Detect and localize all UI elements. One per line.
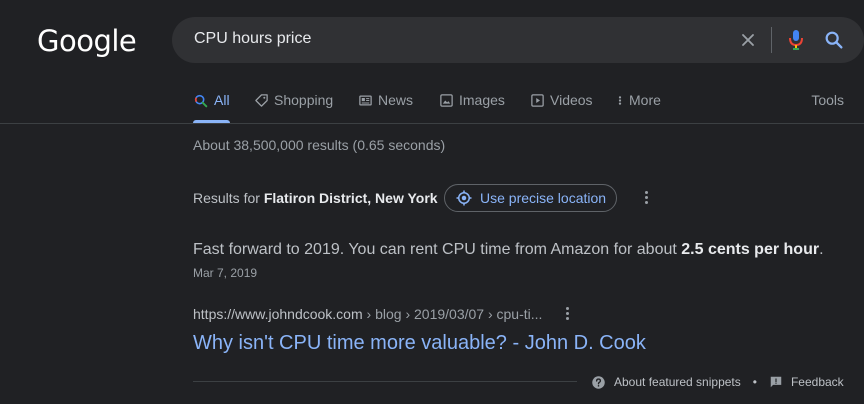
location-text: Results for Flatiron District, New York bbox=[193, 190, 438, 206]
video-icon bbox=[531, 94, 544, 107]
location-place: Flatiron District, New York bbox=[263, 190, 438, 206]
result-title-link[interactable]: Why isn't CPU time more valuable? - John… bbox=[193, 332, 646, 355]
feedback-icon bbox=[770, 376, 782, 388]
about-featured-snippets-label: About featured snippets bbox=[614, 375, 741, 389]
news-icon bbox=[359, 95, 372, 106]
result-stats: About 38,500,000 results (0.65 seconds) bbox=[193, 137, 446, 153]
tab-news[interactable]: News bbox=[358, 90, 413, 124]
more-vert-icon bbox=[618, 96, 622, 105]
footer-separator: • bbox=[752, 375, 757, 389]
result-more-icon[interactable] bbox=[565, 307, 569, 321]
feedback-label: Feedback bbox=[790, 375, 844, 389]
tag-icon bbox=[255, 94, 268, 107]
tab-videos[interactable]: Videos bbox=[530, 90, 593, 124]
tab-shopping[interactable]: Shopping bbox=[254, 90, 333, 124]
search-tabs: All Shopping News Images Videos More Too… bbox=[0, 90, 864, 124]
result-url[interactable]: https://www.johndcook.com › blog › 2019/… bbox=[193, 306, 542, 322]
search-divider bbox=[771, 27, 772, 53]
search-box[interactable]: CPU hours price bbox=[172, 17, 864, 63]
header-divider bbox=[0, 123, 864, 124]
image-icon bbox=[440, 94, 453, 107]
search-icon[interactable] bbox=[823, 29, 845, 51]
result-domain: https://www.johndcook.com bbox=[193, 306, 363, 322]
use-precise-location-button[interactable]: Use precise location bbox=[444, 184, 617, 212]
close-icon[interactable] bbox=[738, 30, 758, 50]
result-path: › blog › 2019/03/07 › cpu-ti... bbox=[362, 306, 543, 322]
tab-label: All bbox=[214, 92, 230, 108]
snippet-date: Mar 7, 2019 bbox=[193, 266, 258, 280]
help-icon bbox=[592, 375, 605, 389]
about-featured-snippets-link[interactable]: About featured snippets bbox=[591, 375, 741, 390]
snippet-highlight: 2.5 cents per hour bbox=[681, 241, 820, 258]
search-icon bbox=[194, 94, 208, 108]
snippet-text: Fast forward to 2019. You can rent CPU t… bbox=[193, 241, 682, 258]
tab-label: Videos bbox=[550, 92, 593, 108]
snippet-footer: About featured snippets • Feedback bbox=[591, 373, 844, 391]
snippet-text-end: . bbox=[819, 241, 824, 258]
location-target-icon bbox=[456, 190, 472, 206]
tab-images[interactable]: Images bbox=[439, 90, 505, 124]
tab-label: More bbox=[629, 92, 661, 108]
tools-button[interactable]: Tools bbox=[811, 92, 844, 108]
use-precise-location-label: Use precise location bbox=[480, 190, 607, 206]
tab-more[interactable]: More bbox=[616, 90, 661, 124]
tab-label: News bbox=[378, 92, 414, 108]
tab-label: Shopping bbox=[274, 92, 334, 108]
featured-snippet-text: Fast forward to 2019. You can rent CPU t… bbox=[193, 239, 853, 261]
tab-all[interactable]: All bbox=[193, 90, 230, 124]
google-logo[interactable]: Google bbox=[37, 24, 137, 58]
snippet-divider bbox=[193, 381, 577, 382]
location-notice: Results for Flatiron District, New York … bbox=[193, 184, 673, 212]
search-input[interactable]: CPU hours price bbox=[194, 30, 311, 48]
tab-label: Images bbox=[459, 92, 505, 108]
location-prefix: Results for bbox=[193, 190, 264, 206]
microphone-icon[interactable] bbox=[786, 28, 806, 52]
location-more-icon[interactable] bbox=[644, 191, 648, 205]
feedback-link[interactable]: Feedback bbox=[769, 375, 844, 389]
